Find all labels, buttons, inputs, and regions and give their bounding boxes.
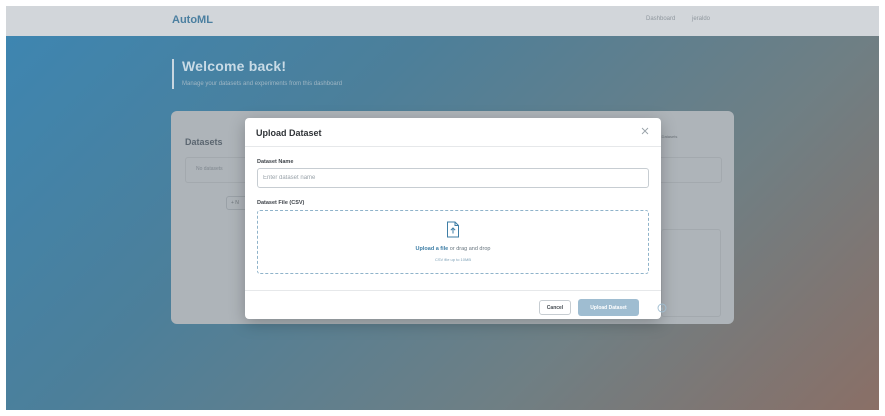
file-dropzone[interactable]: Upload a file or drag and drop CSV file …: [257, 210, 649, 274]
dropzone-instructions: Upload a file or drag and drop: [258, 246, 648, 252]
user-menu[interactable]: jeraldo: [692, 16, 710, 22]
nav-link-dashboard[interactable]: Dashboard: [646, 16, 675, 22]
file-upload-icon: [447, 221, 459, 238]
dataset-file-label: Dataset File (CSV): [257, 200, 305, 206]
file-size-hint: CSV file up to 10MB: [434, 257, 472, 262]
upload-dataset-button[interactable]: Upload Dataset: [578, 299, 639, 316]
dataset-name-label: Dataset Name: [257, 159, 294, 165]
modal-footer-divider: [245, 290, 661, 291]
cancel-button[interactable]: Cancel: [539, 300, 571, 315]
datasets-card-title: Datasets: [185, 137, 223, 147]
dataset-filter-select[interactable]: All Datasets: [656, 134, 720, 148]
modal-title: Upload Dataset: [256, 128, 322, 138]
drag-drop-text: or drag and drop: [448, 246, 491, 252]
modal-header: Upload Dataset: [245, 118, 661, 147]
hero-accent-bar: [172, 59, 174, 89]
page-background: AutoML Dashboard jeraldo Welcome back! M…: [6, 6, 879, 410]
brand-logo[interactable]: AutoML: [172, 14, 213, 26]
dataset-name-input[interactable]: [257, 168, 649, 188]
welcome-heading: Welcome back!: [182, 58, 287, 74]
empty-datasets-text: No datasets: [196, 166, 223, 172]
side-panel: [661, 229, 721, 317]
welcome-subtitle: Manage your datasets and experiments fro…: [182, 81, 343, 87]
close-icon[interactable]: [640, 126, 650, 136]
upload-file-link[interactable]: Upload a file: [416, 246, 449, 252]
info-circle-icon[interactable]: [657, 303, 667, 313]
top-navbar: AutoML Dashboard jeraldo: [6, 6, 879, 36]
upload-dataset-modal: Upload Dataset Dataset Name Dataset File…: [245, 118, 661, 319]
